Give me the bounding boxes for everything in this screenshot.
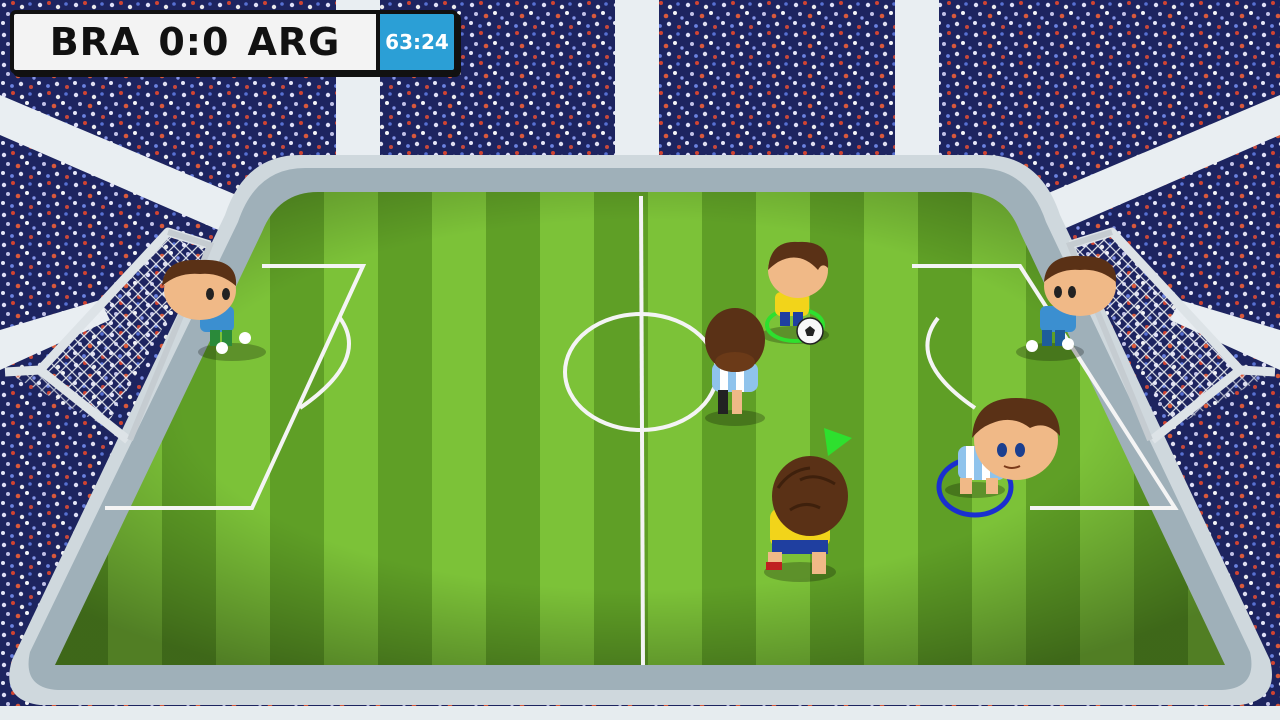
match-timer: 63:24: [380, 10, 458, 74]
away-team-code: ARG: [247, 20, 341, 64]
match-time: 63:24: [385, 30, 449, 54]
game-scene: [0, 0, 1280, 720]
ball: [796, 317, 824, 345]
home-score: 0: [158, 20, 186, 64]
home-team-code: BRA: [49, 20, 141, 64]
scoreboard-hud: BRA 0:0 ARG 63:24: [10, 10, 458, 78]
arena-front-wall: [0, 706, 1280, 720]
stand-pillar: [615, 0, 659, 160]
stand-pillar: [895, 0, 939, 160]
score-separator: :: [185, 20, 202, 64]
score-panel: BRA 0:0 ARG: [10, 10, 380, 74]
away-score: 0: [201, 20, 230, 64]
score-display: 0:0: [158, 20, 229, 64]
